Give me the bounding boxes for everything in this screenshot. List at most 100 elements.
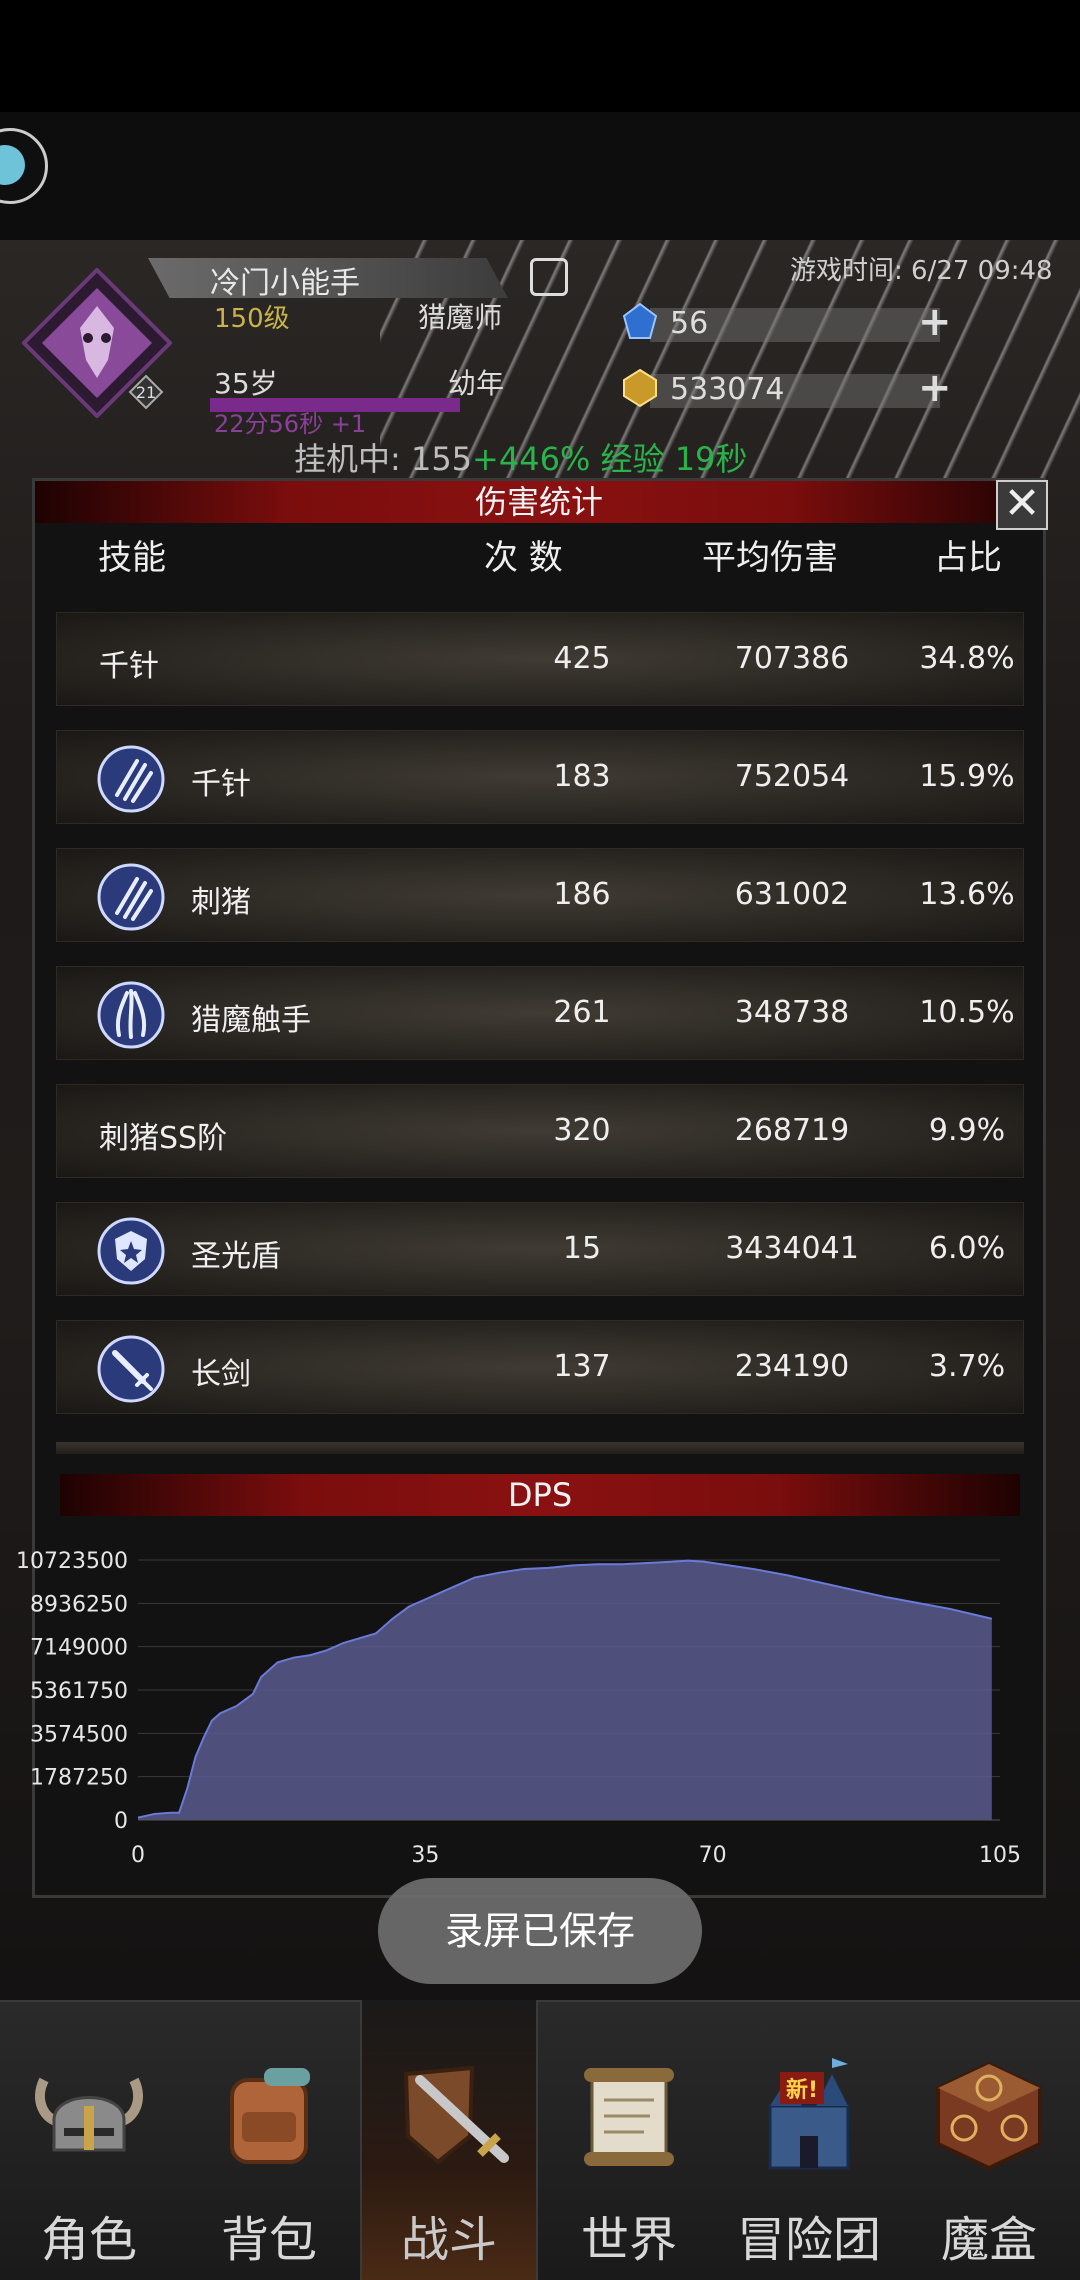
skill-percent: 10.5%: [919, 995, 1015, 1030]
y-tick-label: 10723500: [16, 1549, 128, 1574]
idle-prefix: 挂机中: 155: [294, 440, 473, 478]
x-tick-label: 0: [131, 1843, 145, 1868]
game-screen: 21 冷门小能手 游戏时间: 6/27 09:48 150级 猎魔师 35岁 幼…: [0, 0, 1080, 2280]
nav-world[interactable]: 世界: [540, 2000, 718, 2280]
nav-battle[interactable]: 战斗: [360, 2000, 538, 2280]
skill-avg-damage: 268719: [734, 1113, 850, 1148]
sword-shield-icon: [403, 2065, 509, 2165]
claw-slash-icon: [97, 863, 165, 931]
skill-percent: 6.0%: [928, 1231, 1006, 1266]
claw-slash-icon: [97, 745, 165, 813]
skill-count: 186: [553, 877, 611, 912]
skill-avg-damage: 752054: [734, 759, 850, 794]
class-emblem-icon[interactable]: 21: [22, 268, 172, 418]
table-row-partial: [56, 1442, 1024, 1454]
x-tick-label: 35: [411, 1843, 439, 1868]
player-age: 35岁: [214, 367, 278, 400]
column-percent: 占比: [934, 538, 1002, 578]
nav-label: 世界: [580, 2212, 677, 2268]
skill-name: 圣光盾: [191, 1239, 281, 1274]
table-row[interactable]: 圣光盾 15 3434041 6.0%: [56, 1202, 1024, 1296]
top-band: [0, 112, 1080, 240]
nav-backpack[interactable]: 背包: [180, 2000, 358, 2280]
game-time: 游戏时间: 6/27 09:48: [790, 256, 1053, 286]
nav-label: 战斗: [400, 2212, 497, 2268]
table-row[interactable]: 千针 425 707386 34.8%: [56, 612, 1024, 706]
magic-box-icon: [936, 2061, 1042, 2171]
skill-count: 183: [553, 759, 611, 794]
skill-avg-damage: 3434041: [725, 1231, 859, 1266]
dps-area: [138, 1560, 992, 1820]
player-job: 猎魔师: [418, 301, 503, 334]
skill-percent: 13.6%: [919, 877, 1015, 912]
nav-magic-box[interactable]: 魔盒: [900, 2000, 1078, 2280]
player-level: 150级: [214, 304, 290, 334]
close-button[interactable]: ✕: [996, 480, 1048, 530]
add-gold-button[interactable]: +: [918, 368, 952, 408]
emblem-level: 21: [136, 383, 156, 402]
skill-name: 千针: [99, 649, 159, 684]
nav-role[interactable]: 角色: [0, 2000, 178, 2280]
add-gems-button[interactable]: +: [918, 302, 952, 342]
skill-avg-damage: 631002: [734, 877, 850, 912]
skill-count: 261: [553, 995, 611, 1030]
holy-shield-icon: [97, 1217, 165, 1285]
skill-name: 长剑: [191, 1357, 251, 1392]
skill-avg-damage: 707386: [734, 641, 850, 676]
column-skill: 技能: [98, 538, 166, 578]
blue-gem-icon: [622, 302, 658, 339]
status-bar-area: [0, 0, 1080, 112]
skill-name: 千针: [191, 767, 251, 802]
nav-label: 背包: [220, 2212, 317, 2268]
x-tick-label: 105: [979, 1843, 1021, 1868]
skill-count: 137: [553, 1349, 611, 1384]
skill-name: 猎魔触手: [191, 1003, 311, 1038]
new-badge: 新!: [780, 2072, 825, 2104]
tentacle-icon: [97, 981, 165, 1049]
player-name: 冷门小能手: [210, 266, 360, 301]
table-row[interactable]: 千针 183 752054 15.9%: [56, 730, 1024, 824]
skill-count: 320: [553, 1113, 611, 1148]
edit-name-icon[interactable]: [530, 258, 568, 296]
column-count: 次 数: [484, 538, 563, 578]
gold-resource: 533074 +: [620, 368, 952, 408]
y-tick-label: 1787250: [30, 1766, 128, 1791]
nav-label: 魔盒: [940, 2212, 1037, 2268]
y-tick-label: 8936250: [30, 1592, 128, 1617]
table-row[interactable]: 刺猪SS阶 320 268719 9.9%: [56, 1084, 1024, 1178]
table-row[interactable]: 刺猪 186 631002 13.6%: [56, 848, 1024, 942]
skill-avg-damage: 234190: [734, 1349, 850, 1384]
nav-label: 角色: [40, 2212, 137, 2268]
skill-name: 刺猪SS阶: [99, 1121, 228, 1156]
nav-label: 冒险团: [736, 2212, 881, 2268]
skill-percent: 34.8%: [919, 641, 1015, 676]
backpack-icon: [230, 2068, 310, 2164]
table-row[interactable]: 猎魔触手 261 348738 10.5%: [56, 966, 1024, 1060]
gold-crystal-icon: [623, 368, 657, 408]
nav-adventure-team[interactable]: 新! 冒险团: [720, 2000, 898, 2280]
skill-percent: 9.9%: [928, 1113, 1006, 1148]
castle-icon: [768, 2058, 850, 2170]
idle-bonus: +446% 经验 19秒: [472, 440, 748, 478]
table-row[interactable]: 长剑 137 234190 3.7%: [56, 1320, 1024, 1414]
gold-count: 533074: [670, 372, 785, 407]
skill-count: 15: [562, 1231, 602, 1266]
toast-message: 录屏已保存: [378, 1878, 702, 1984]
dps-chart: 0 1787250 3574500 5361750 7149000 8936250 1072…: [16, 1549, 1021, 1868]
skill-percent: 15.9%: [919, 759, 1015, 794]
idle-status: 挂机中: 155+446% 经验 19秒: [294, 434, 747, 480]
player-stage: 幼年: [448, 367, 505, 400]
y-tick-label: 5361750: [30, 1679, 128, 1704]
y-tick-label: 7149000: [30, 1636, 128, 1661]
y-tick-label: 0: [114, 1809, 128, 1834]
dps-title: DPS: [60, 1474, 1020, 1516]
gem-resource: 56 +: [620, 302, 952, 342]
scroll-map-icon: [584, 2068, 674, 2166]
skill-name: 刺猪: [191, 885, 251, 920]
horned-helmet-icon: [35, 2077, 143, 2152]
column-avg-damage: 平均伤害: [702, 538, 838, 578]
skill-avg-damage: 348738: [734, 995, 850, 1030]
skill-percent: 3.7%: [928, 1349, 1006, 1384]
modal-title: 伤害统计: [35, 481, 1043, 523]
skill-count: 425: [553, 641, 611, 676]
